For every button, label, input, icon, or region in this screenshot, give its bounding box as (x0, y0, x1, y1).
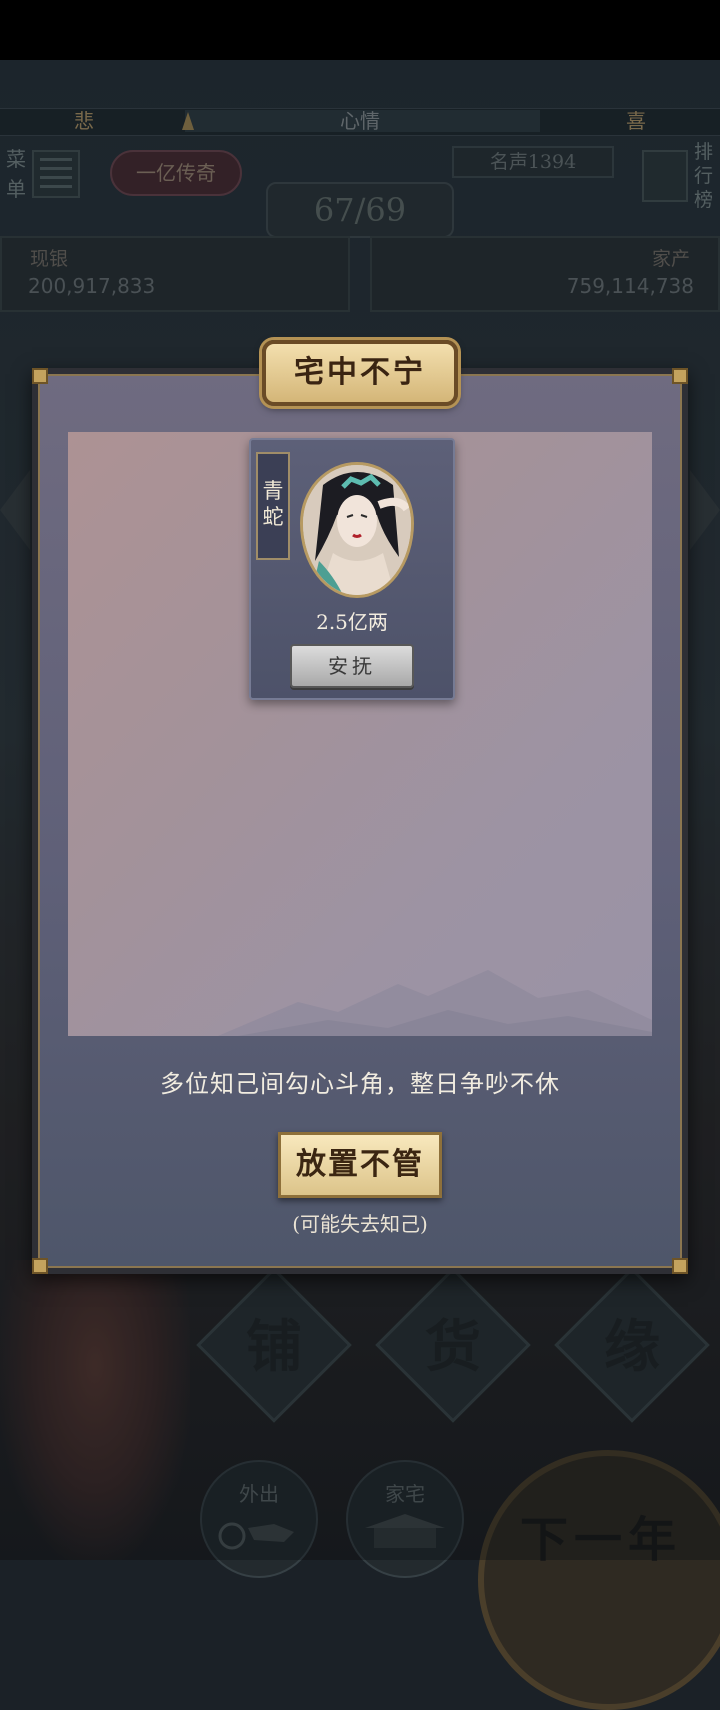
event-description: 多位知己间勾心斗角，整日争吵不休 (160, 1070, 560, 1098)
corner-ornament-icon (672, 1258, 688, 1274)
character-name: 青蛇 (262, 479, 284, 529)
corner-ornament-icon (32, 368, 48, 384)
corner-ornament-icon (672, 368, 688, 384)
ignore-button[interactable] (278, 1132, 442, 1198)
ignore-warning: (可能失去知己) (292, 1212, 428, 1236)
dialog-title: 宅中不宁 (294, 355, 426, 390)
system-status-bar (0, 0, 720, 60)
corner-ornament-icon (32, 1258, 48, 1274)
soothe-button[interactable] (290, 644, 414, 688)
mountain-decoration-icon (218, 970, 652, 1036)
character-price: 2.5亿两 (316, 610, 388, 634)
